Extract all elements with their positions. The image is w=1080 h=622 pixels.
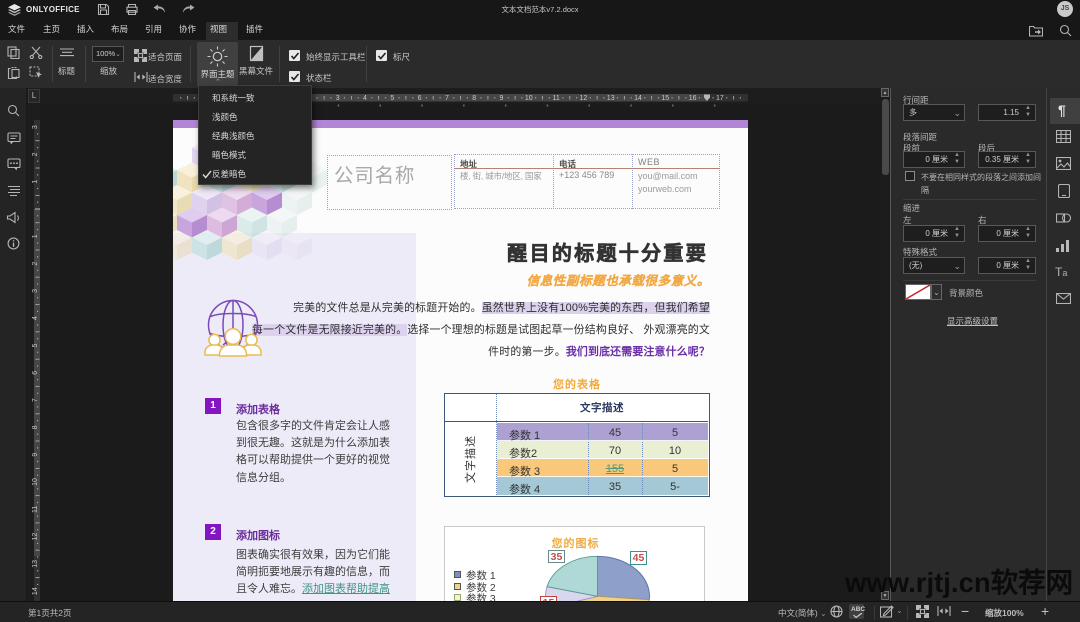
svg-text:10: 10 xyxy=(32,478,39,486)
svg-text:2: 2 xyxy=(32,262,39,266)
svg-text:13: 13 xyxy=(607,95,615,102)
svg-text:12: 12 xyxy=(32,533,39,541)
svg-text:1: 1 xyxy=(32,234,39,238)
svg-text:3: 3 xyxy=(32,125,39,129)
svg-text:7: 7 xyxy=(32,398,39,402)
svg-text:16: 16 xyxy=(689,95,697,102)
svg-text:8: 8 xyxy=(32,425,39,429)
svg-text:7: 7 xyxy=(445,95,449,102)
svg-text:9: 9 xyxy=(500,95,504,102)
svg-text:11: 11 xyxy=(552,95,559,102)
svg-text:14: 14 xyxy=(634,95,642,102)
svg-text:11: 11 xyxy=(32,506,39,513)
svg-text:10: 10 xyxy=(525,95,533,102)
svg-text:8: 8 xyxy=(472,95,476,102)
svg-text:3: 3 xyxy=(336,95,340,102)
svg-text:13: 13 xyxy=(32,560,39,568)
svg-text:9: 9 xyxy=(32,453,39,457)
svg-text:4: 4 xyxy=(32,316,39,320)
svg-text:5: 5 xyxy=(390,95,394,102)
svg-text:6: 6 xyxy=(32,371,39,375)
svg-text:3: 3 xyxy=(32,289,39,293)
svg-text:2: 2 xyxy=(32,152,39,156)
svg-text:1: 1 xyxy=(32,180,39,184)
svg-text:6: 6 xyxy=(418,95,422,102)
svg-text:4: 4 xyxy=(363,95,367,102)
svg-text:14: 14 xyxy=(32,587,39,595)
svg-text:5: 5 xyxy=(32,343,39,347)
svg-text:15: 15 xyxy=(661,95,669,102)
svg-text:17: 17 xyxy=(716,95,724,102)
svg-text:12: 12 xyxy=(580,95,588,102)
